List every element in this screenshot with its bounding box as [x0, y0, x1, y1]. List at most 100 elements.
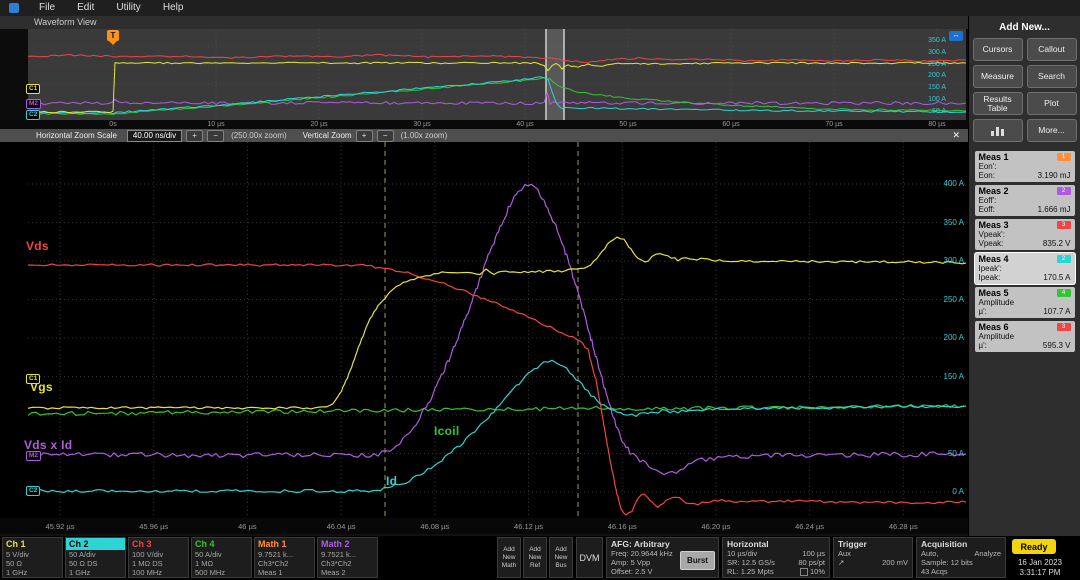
overview-scale-label: 300 A [928, 49, 946, 56]
measurement-badge-meas-5[interactable]: Meas 54Amplitudeµ':107.7 A [975, 287, 1075, 318]
measurement-badge-meas-2[interactable]: Meas 22Eoff':Eoff:1.666 mJ [975, 185, 1075, 216]
channel-badge-detail: 50 Ω [3, 559, 62, 568]
measurement-badge-meas-6[interactable]: Meas 63Amplitudeµ':595.3 V [975, 321, 1075, 352]
ch3-vds-trace [28, 264, 966, 515]
zoomed-scale-label: 50 A [924, 449, 964, 458]
zoomed-time-label: 46.16 µs [600, 522, 644, 531]
overview-vertical-scale: 350 A300 A250 A200 A150 A100 A50 A [928, 37, 946, 115]
trace-label-vds: Vds [26, 239, 49, 253]
measurement-name: Vpeak': [979, 230, 1071, 239]
panel-collapse-icon[interactable]: ↔ [949, 31, 963, 41]
add-new-math-button[interactable]: AddNewMath [497, 537, 521, 578]
trigger-panel[interactable]: Trigger Aux ↗ 200 mV [833, 537, 913, 578]
add-more-button[interactable]: More... [1027, 119, 1077, 142]
measurement-badge-meas-4[interactable]: Meas 42Ipeak':Ipeak:170.5 A [975, 253, 1075, 284]
channel-marker-c2[interactable]: C2 [26, 110, 40, 120]
channel-badge-header: Ch 2 [66, 538, 125, 550]
zoomed-scale-label: 350 A [924, 218, 964, 227]
channel-badge-detail: Meas 1 [255, 568, 314, 577]
zoomed-scale-label: 400 A [924, 179, 964, 188]
vertical-zoom-decrease-button[interactable]: − [377, 130, 394, 142]
acquisition-panel[interactable]: Acquisition Auto, Analyze Sample: 12 bit… [916, 537, 1006, 578]
settings-bar: DVM AFG: Arbitrary Freq: 20.9644 kHz Amp… [0, 536, 1080, 580]
close-icon[interactable]: ✕ [952, 130, 960, 141]
measurement-title: Meas 3 [979, 220, 1009, 230]
measurement-badge-header: Meas 54 [979, 288, 1071, 298]
menu-edit[interactable]: Edit [66, 0, 105, 16]
channel-marker-c2[interactable]: C2 [26, 486, 40, 496]
measurement-name: Eon': [979, 162, 1071, 171]
channel-badge-detail: 100 MHz [129, 568, 188, 577]
overview-scale-label: 350 A [928, 37, 946, 44]
channel-badge-math-2[interactable]: Math 29.7521 k...Ch3*Ch2Meas 2 [317, 537, 378, 578]
measurement-title: Meas 2 [979, 186, 1009, 196]
menu-file[interactable]: File [28, 0, 66, 16]
zoomed-scale-label: 200 A [924, 333, 964, 342]
vertical-zoom-increase-button[interactable]: + [356, 130, 373, 142]
channel-badge-header: Math 2 [318, 538, 377, 550]
add-callout-button[interactable]: Callout [1027, 38, 1077, 61]
add-measure-button[interactable]: Measure [973, 65, 1023, 88]
channel-marker-m2[interactable]: M2 [26, 99, 41, 109]
channel-badge-ch-2[interactable]: Ch 250 A/div50 Ω DS1 GHz [65, 537, 126, 578]
zoomed-scale-label: 250 A [924, 295, 964, 304]
add-new-header: Add New... [969, 22, 1080, 33]
channel-badge-detail: Ch3*Ch2 [255, 559, 314, 568]
horizontal-panel[interactable]: Horizontal 10 µs/div 100 µs SR: 12.5 GS/… [722, 537, 830, 578]
waveform-view-title: Waveform View [0, 16, 968, 29]
waveform-histogram-icon-button[interactable] [973, 119, 1023, 142]
add-new-bus-button[interactable]: AddNewBus [549, 537, 573, 578]
channel-badge-detail: 1 MΩ DS [129, 559, 188, 568]
acquisition-overview[interactable]: 350 A300 A250 A200 A150 A100 A50 A ↔ T C… [0, 29, 968, 120]
measurement-badge-meas-3[interactable]: Meas 33Vpeak':Vpeak:835.2 V [975, 219, 1075, 250]
channel-badge-ch-1[interactable]: Ch 15 V/div50 Ω1 GHz [2, 537, 63, 578]
channel-badge-ch-3[interactable]: Ch 3100 V/div1 MΩ DS100 MHz [128, 537, 189, 578]
zoom-window-box[interactable] [546, 29, 564, 120]
ch2-id-trace [28, 360, 966, 492]
measurement-source-chip: 2 [1057, 187, 1071, 195]
channel-marker-m2[interactable]: M2 [26, 451, 41, 461]
measurement-value-row: Ipeak:170.5 A [979, 273, 1071, 282]
add-search-button[interactable]: Search [1027, 65, 1077, 88]
afg-panel[interactable]: AFG: Arbitrary Freq: 20.9644 kHz Amp: 5 … [606, 537, 719, 578]
measurement-title: Meas 5 [979, 288, 1009, 298]
overview-time-label: 80 µs [917, 121, 957, 128]
overview-time-label: 50 µs [608, 121, 648, 128]
dvm-button[interactable]: DVM [576, 537, 603, 578]
add-cursors-button[interactable]: Cursors [973, 38, 1023, 61]
zoom-decrease-button[interactable]: − [207, 130, 224, 142]
overview-scale-label: 100 A [928, 96, 946, 103]
acquisition-sample: Sample: 12 bits [921, 558, 993, 567]
zoom-increase-button[interactable]: + [186, 130, 203, 142]
channel-badge-detail: 50 Ω DS [66, 559, 125, 568]
horizontal-scale: 10 µs/div [727, 549, 757, 558]
zoomed-waveform-view[interactable]: 400 A350 A300 A250 A200 A150 A50 A0 AVds… [0, 142, 968, 518]
zoomed-time-label: 46.28 µs [881, 522, 925, 531]
zoom-scale-value-field[interactable]: 40.00 ns/div [127, 130, 182, 142]
channel-badge-math-1[interactable]: Math 19.7521 k...Ch3*Ch2Meas 1 [254, 537, 315, 578]
afg-amplitude: Amp: 5 Vpp [611, 558, 683, 567]
add-plot-button[interactable]: Plot [1027, 92, 1077, 115]
horizontal-zoom-factor: (250.00x zoom) [231, 131, 287, 140]
button-label-line: Bus [550, 562, 572, 570]
channel-marker-c1[interactable]: C1 [26, 374, 40, 384]
add-new-ref-button[interactable]: AddNewRef [523, 537, 547, 578]
oscilloscope-app: FileEditUtilityHelp Waveform View 350 A 3… [0, 0, 1080, 580]
menu-utility[interactable]: Utility [105, 0, 151, 16]
afg-offset: Offset: 2.5 V [611, 567, 683, 576]
position-indicator-icon [800, 568, 808, 576]
measurement-name: Ipeak': [979, 264, 1071, 273]
measurement-badge-meas-1[interactable]: Meas 11Eon':Eon:3.190 mJ [975, 151, 1075, 182]
zoomed-scale-label: 0 A [924, 487, 964, 496]
add-results-table-button[interactable]: Results Table [973, 92, 1023, 115]
channel-badge-ch-4[interactable]: Ch 450 A/div1 MΩ500 MHz [191, 537, 252, 578]
vertical-zoom-factor: (1.00x zoom) [401, 131, 448, 140]
channel-marker-c1[interactable]: C1 [26, 84, 40, 94]
trigger-position-marker[interactable]: T [107, 30, 119, 41]
afg-frequency: Freq: 20.9644 kHz [611, 549, 683, 558]
trigger-source: Aux [838, 549, 910, 558]
menu-help[interactable]: Help [152, 0, 195, 16]
burst-button[interactable]: Burst [680, 551, 715, 570]
overview-waveform-svg [28, 29, 966, 120]
measurement-value-label: µ': [979, 341, 987, 350]
